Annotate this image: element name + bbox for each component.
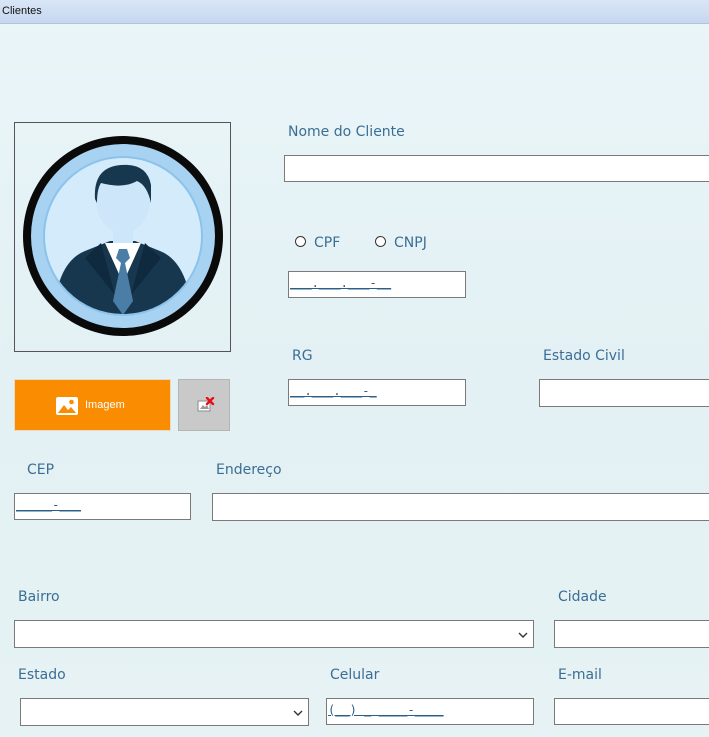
endereco-label: Endereço — [216, 462, 282, 478]
cpf-mask: ___.___.___-__ — [290, 276, 392, 290]
cpf-radio-label: CPF — [314, 235, 341, 251]
chevron-down-icon — [293, 710, 303, 716]
bairro-label: Bairro — [18, 589, 60, 605]
upload-image-button[interactable]: Imagem — [14, 379, 171, 431]
window-title: Clientes — [2, 5, 42, 17]
cnpj-radio-label: CNPJ — [394, 235, 427, 251]
chevron-down-icon — [518, 632, 528, 638]
avatar-placeholder-icon — [23, 136, 223, 336]
remove-image-icon — [197, 397, 215, 412]
bairro-select[interactable] — [14, 620, 534, 648]
estado-civil-label: Estado Civil — [543, 348, 625, 364]
email-label: E-mail — [558, 667, 602, 683]
cnpj-radio[interactable] — [375, 236, 386, 247]
celular-mask: (__) _ ____-____ — [328, 703, 444, 717]
cep-label: CEP — [27, 462, 55, 478]
cep-mask: _____-___ — [16, 498, 82, 512]
client-photo-frame — [14, 122, 231, 352]
estado-select[interactable] — [20, 698, 309, 726]
image-icon — [56, 397, 78, 415]
cidade-input[interactable] — [554, 620, 709, 648]
celular-input[interactable]: (__) _ ____-____ — [326, 698, 534, 725]
window-titlebar: Clientes — [0, 0, 709, 24]
estado-civil-input[interactable] — [539, 379, 709, 407]
email-input[interactable] — [554, 698, 709, 725]
rg-input[interactable]: __.___.___-_ — [288, 379, 466, 406]
rg-mask: __.___.___-_ — [290, 384, 377, 398]
rg-label: RG — [292, 348, 313, 364]
cidade-label: Cidade — [558, 589, 607, 605]
cpf-input[interactable]: ___.___.___-__ — [288, 271, 466, 298]
nome-input[interactable] — [284, 155, 709, 182]
cpf-radio[interactable] — [295, 236, 306, 247]
remove-image-button[interactable] — [178, 379, 230, 431]
celular-label: Celular — [330, 667, 380, 683]
estado-label: Estado — [18, 667, 66, 683]
endereco-input[interactable] — [212, 493, 709, 521]
cep-input[interactable]: _____-___ — [14, 493, 191, 520]
nome-label: Nome do Cliente — [288, 124, 405, 140]
upload-image-label: Imagem — [85, 399, 125, 411]
